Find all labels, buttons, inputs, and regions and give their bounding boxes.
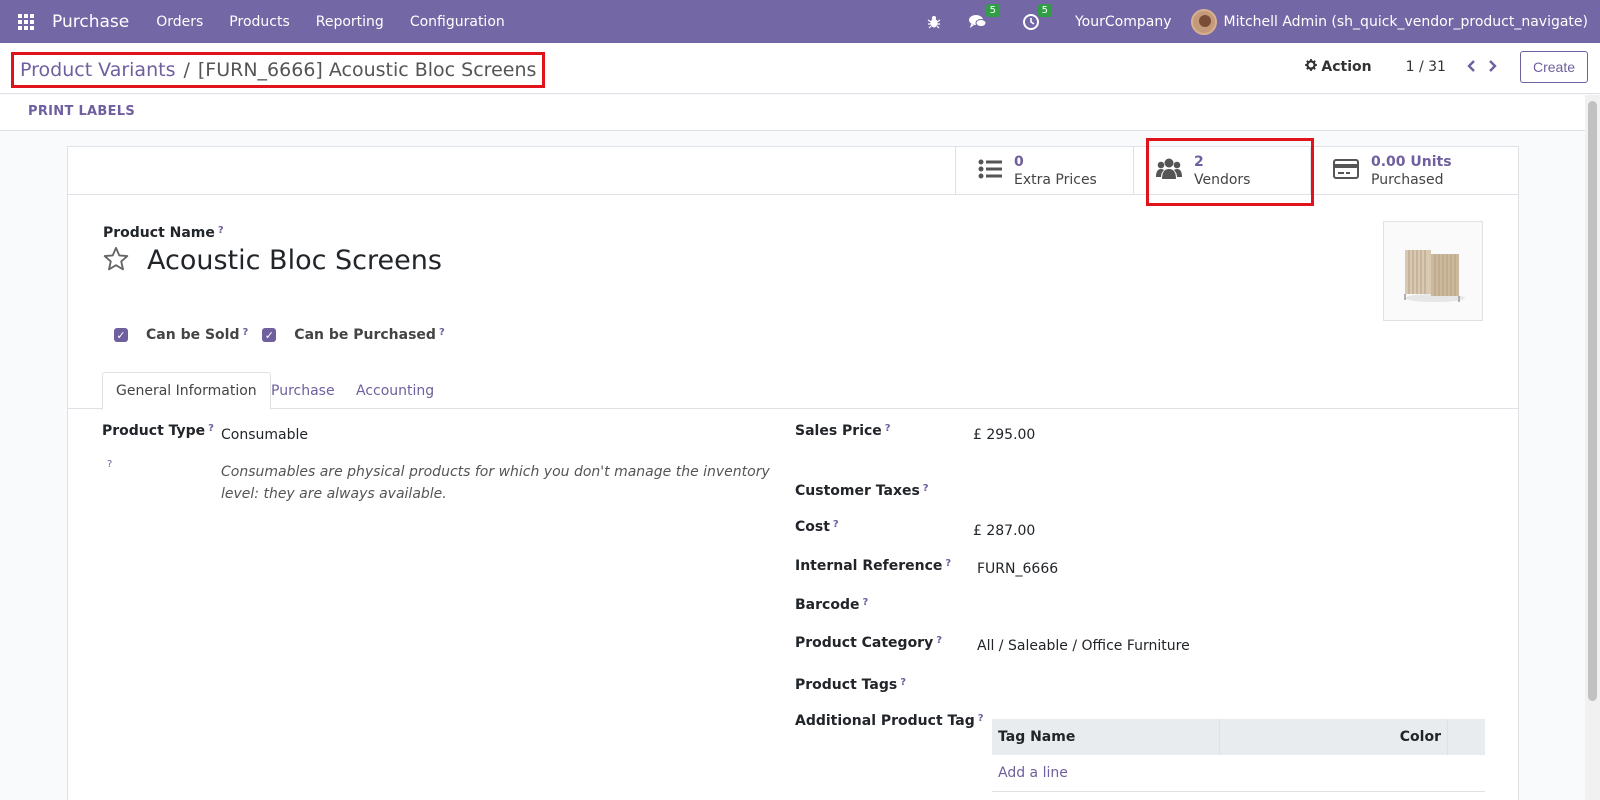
extra-prices-button[interactable]: 0 Extra Prices [955,147,1133,195]
product-category-field[interactable]: All / Saleable / Office Furniture [977,638,1190,654]
control-panel: Product Variants / [FURN_6666] Acoustic … [0,43,1600,94]
menu-configuration[interactable]: Configuration [397,14,518,30]
list-icon [978,158,1002,184]
column-color[interactable]: Color [1220,719,1448,755]
product-type-select[interactable]: Consumable [221,427,308,443]
menu-reporting[interactable]: Reporting [303,14,397,30]
product-category-label: Product Category? [795,635,943,651]
column-tag-name[interactable]: Tag Name [992,719,1220,755]
breadcrumb: Product Variants / [FURN_6666] Acoustic … [11,52,546,88]
user-avatar[interactable] [1191,8,1218,35]
sales-price-label: Sales Price? [795,423,891,439]
form-sheet: 0 Extra Prices 2 Vendors 0.00 Units Purc… [67,138,1519,800]
smart-button-box: 0 Extra Prices 2 Vendors 0.00 Units Purc… [68,138,1518,206]
can-be-sold-checkbox[interactable]: ✓ [114,328,128,342]
action-label: Action [1321,59,1372,75]
vendors-count: 2 [1194,154,1204,170]
vertical-scrollbar[interactable] [1585,95,1600,800]
activities-clock-icon[interactable]: 5 [1022,3,1052,30]
additional-product-tag-label: Additional Product Tag? [795,713,984,729]
can-be-purchased-label: Can be Purchased? [294,327,445,343]
product-tags-label: Product Tags? [795,677,906,693]
pager-previous-icon[interactable] [1466,58,1476,77]
cost-label: Cost? [795,519,839,535]
menu-orders[interactable]: Orders [143,14,216,30]
gear-icon [1305,59,1318,75]
can-be-purchased-checkbox[interactable]: ✓ [262,328,277,342]
top-navbar: Purchase Orders Products Reporting Confi… [0,0,1600,43]
help-mark: ? [107,459,113,470]
table-header: Tag Name Color [992,719,1485,755]
scrollbar-thumb[interactable] [1588,101,1597,701]
breadcrumb-product-variants[interactable]: Product Variants [20,59,175,81]
tab-general-information[interactable]: General Information [102,372,271,410]
tab-purchase[interactable]: Purchase [258,372,348,409]
internal-reference-field[interactable]: FURN_6666 [977,561,1058,577]
product-name-label: Product Name? [103,225,224,241]
action-button[interactable]: Action [1305,59,1372,75]
sales-price-field[interactable]: £ 295.00 [973,427,1035,443]
additional-tags-table: Tag Name Color Add a line [992,719,1485,792]
breadcrumb-current: [FURN_6666] Acoustic Bloc Screens [197,59,537,81]
breadcrumb-separator: / [183,59,190,81]
pager-next-icon[interactable] [1488,58,1498,77]
company-switcher[interactable]: YourCompany [1075,14,1172,30]
cost-field[interactable]: £ 287.00 [973,523,1035,539]
form-statusbar: PRINT LABELS [0,95,1585,131]
add-a-line-link[interactable]: Add a line [992,755,1485,792]
vendors-label: Vendors [1194,172,1251,188]
messages-icon[interactable]: 5 [968,3,1000,30]
purchased-label: Purchased [1371,172,1444,188]
menu-products[interactable]: Products [216,14,302,30]
sale-purchase-options: ✓ Can be Sold? ✓ Can be Purchased? [114,327,459,343]
product-image[interactable] [1383,221,1483,321]
credit-card-icon [1333,158,1359,184]
activities-badge: 5 [1037,3,1052,17]
tab-accounting[interactable]: Accounting [343,372,447,409]
print-labels-button[interactable]: PRINT LABELS [28,104,135,119]
barcode-label: Barcode? [795,597,869,613]
product-type-help-text: Consumables are physical products for wh… [221,464,770,502]
messages-badge: 5 [985,3,1000,17]
customer-taxes-label: Customer Taxes? [795,483,929,499]
purchased-value: 0.00 Units [1371,154,1452,170]
favorite-star-icon[interactable] [102,245,130,277]
create-button[interactable]: Create [1519,51,1588,83]
pager-value[interactable]: 1 / 31 [1406,59,1446,75]
vendors-button[interactable]: 2 Vendors [1133,147,1310,195]
can-be-sold-label: Can be Sold? [146,327,249,343]
form-tabs: General Information Purchase Accounting [68,372,1518,410]
extra-prices-value: 0 [1014,154,1024,170]
users-icon [1156,157,1182,185]
internal-reference-label: Internal Reference? [795,558,952,574]
product-name-field[interactable]: Acoustic Bloc Screens [147,245,442,276]
user-menu[interactable]: Mitchell Admin (sh_quick_vendor_product_… [1223,14,1588,30]
purchased-button[interactable]: 0.00 Units Purchased [1310,147,1518,195]
product-type-label: Product Type? [102,423,214,439]
apps-menu-icon[interactable] [0,0,52,43]
app-name[interactable]: Purchase [52,12,129,32]
extra-prices-label: Extra Prices [1014,172,1097,188]
bug-icon[interactable] [927,15,941,29]
